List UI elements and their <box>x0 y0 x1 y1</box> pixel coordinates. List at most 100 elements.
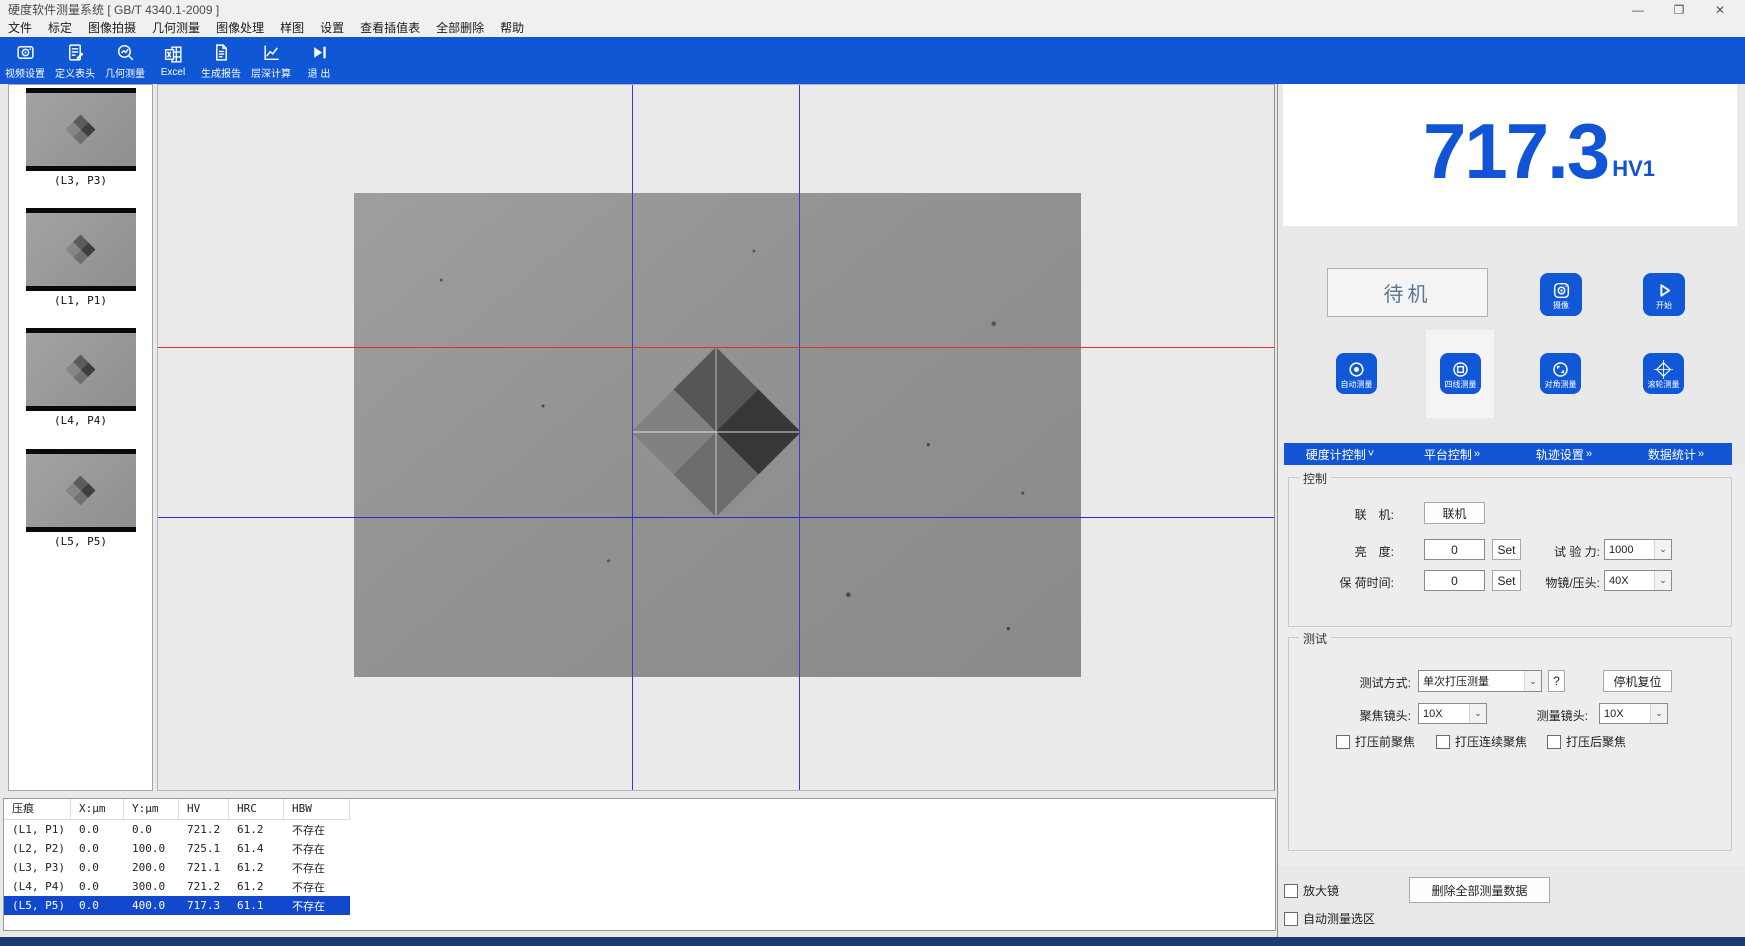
window-title: 硬度软件测量系统 [ GB/T 4340.1-2009 ] <box>8 0 219 20</box>
checkbox-label: 打压前聚焦 <box>1355 733 1415 750</box>
focus-after-checkbox[interactable]: 打压后聚焦 <box>1547 733 1626 750</box>
cell-hv: 721.2 <box>179 823 229 836</box>
test-force-select[interactable]: 1000 ⌄ <box>1604 539 1672 560</box>
cell-y: 300.0 <box>124 880 179 893</box>
thumbnail-label: (L5, P5) <box>9 535 152 548</box>
thumbnail-item[interactable]: (L3, P3) <box>9 88 152 187</box>
table-row[interactable]: (L4, P4) 0.0 300.0 721.2 61.2 不存在 <box>4 877 350 896</box>
test-force-label: 试 验 力: <box>1524 543 1600 560</box>
chevron-down-icon: ⌄ <box>1654 540 1671 559</box>
tab-label: 硬度计控制 <box>1306 446 1366 463</box>
online-button[interactable]: 联机 <box>1424 502 1485 524</box>
thumbnail-item[interactable]: (L4, P4) <box>9 328 152 427</box>
dwell-set-button[interactable]: Set <box>1492 570 1521 591</box>
test-mode-select[interactable]: 单次打压测量 ⌄ <box>1418 670 1542 692</box>
menu-item-delete-all[interactable]: 全部删除 <box>428 20 492 37</box>
start-button[interactable]: 开始 <box>1643 273 1685 316</box>
four-line-measure-icon <box>1450 359 1471 380</box>
generate-report-button[interactable]: 生成报告 <box>196 40 246 82</box>
brightness-input[interactable]: 0 <box>1424 539 1485 560</box>
cell-hv: 725.1 <box>179 842 229 855</box>
cell-x: 0.0 <box>71 823 124 836</box>
table-row-selected[interactable]: (L5, P5) 0.0 400.0 717.3 61.1 不存在 <box>4 896 350 915</box>
menu-item-sample[interactable]: 样图 <box>272 20 312 37</box>
auto-measure-region-checkbox[interactable]: 自动测量选区 <box>1284 910 1375 927</box>
cell-indent-id: (L2, P2) <box>4 842 71 855</box>
excel-export-button[interactable]: Excel <box>150 42 196 80</box>
exit-button[interactable]: 退 出 <box>296 40 342 82</box>
define-header-button[interactable]: 定义表头 <box>50 40 100 82</box>
measure-line-horizontal-red[interactable] <box>158 347 1274 348</box>
brightness-set-button[interactable]: Set <box>1492 539 1521 560</box>
thumbnail-item[interactable]: (L1, P1) <box>9 208 152 307</box>
close-button[interactable]: ✕ <box>1703 0 1737 20</box>
thumbnail-sidebar: (L3, P3) (L1, P1) (L4, P4) (L5, P5) <box>8 84 153 791</box>
cell-x: 0.0 <box>71 899 124 912</box>
focus-lens-label: 聚焦镜头: <box>1336 707 1411 724</box>
table-row[interactable]: (L3, P3) 0.0 200.0 721.1 61.2 不存在 <box>4 858 350 877</box>
magnifier-checkbox[interactable]: 放大镜 <box>1284 882 1339 899</box>
auto-measure-button[interactable]: 自动测量 <box>1336 353 1377 394</box>
menu-item-image-process[interactable]: 图像处理 <box>208 20 272 37</box>
four-line-measure-button[interactable]: 四线测量 <box>1440 353 1481 394</box>
tab-data-statistics[interactable]: 数据统计» <box>1620 443 1732 465</box>
online-label: 联 机: <box>1318 506 1394 523</box>
stop-reset-button[interactable]: 停机复位 <box>1603 670 1672 692</box>
measure-line-horizontal-blue[interactable] <box>158 517 1274 518</box>
tab-platform-control[interactable]: 平台控制» <box>1396 443 1508 465</box>
help-button[interactable]: ? <box>1548 670 1565 692</box>
select-value: 10X <box>1600 708 1650 720</box>
menu-item-calibration[interactable]: 标定 <box>40 20 80 37</box>
measure-lens-label: 测量镜头: <box>1513 707 1588 724</box>
auto-measure-icon <box>1346 359 1367 380</box>
tab-hardness-control[interactable]: 硬度计控制˅ <box>1284 443 1396 465</box>
measure-line-vertical-left[interactable] <box>632 85 633 790</box>
camera-icon <box>1551 280 1572 301</box>
thumbnail-item[interactable]: (L5, P5) <box>9 449 152 548</box>
delete-all-data-button[interactable]: 删除全部测量数据 <box>1409 877 1550 903</box>
measure-line-vertical-right[interactable] <box>799 85 800 790</box>
capture-button[interactable]: 摄像 <box>1540 273 1582 316</box>
cell-hbw: 不存在 <box>284 822 350 838</box>
indentation-thumbnail <box>26 88 136 171</box>
diagonal-measure-button[interactable]: 对角测量 <box>1540 353 1581 394</box>
chevron-down-icon: ⌄ <box>1654 571 1671 590</box>
menu-item-file[interactable]: 文件 <box>0 20 40 37</box>
live-image-viewer[interactable] <box>157 84 1275 791</box>
measure-lens-select[interactable]: 10X ⌄ <box>1599 703 1668 724</box>
diagonal-measure-icon <box>1550 359 1571 380</box>
cell-hrc: 61.2 <box>229 880 284 893</box>
exit-icon <box>309 42 330 63</box>
thumbnail-label: (L3, P3) <box>9 174 152 187</box>
depth-calc-button[interactable]: 层深计算 <box>246 40 296 82</box>
machine-status-box: 待机 <box>1327 268 1488 317</box>
table-row[interactable]: (L2, P2) 0.0 100.0 725.1 61.4 不存在 <box>4 839 350 858</box>
objective-select[interactable]: 40X ⌄ <box>1604 570 1672 591</box>
menu-item-image-capture[interactable]: 图像拍摄 <box>80 20 144 37</box>
menu-item-lookup-table[interactable]: 查看插值表 <box>352 20 428 37</box>
focus-before-checkbox[interactable]: 打压前聚焦 <box>1336 733 1415 750</box>
tab-trajectory-settings[interactable]: 轨迹设置» <box>1508 443 1620 465</box>
table-row[interactable]: (L1, P1) 0.0 0.0 721.2 61.2 不存在 <box>4 820 350 839</box>
results-table: 压痕 X:μm Y:μm HV HRC HBW (L1, P1) 0.0 0.0… <box>3 798 1276 931</box>
menu-item-settings[interactable]: 设置 <box>312 20 352 37</box>
minimize-button[interactable]: — <box>1621 0 1655 20</box>
select-value: 单次打压测量 <box>1419 673 1524 689</box>
cell-indent-id: (L1, P1) <box>4 823 71 836</box>
focus-lens-select[interactable]: 10X ⌄ <box>1418 703 1487 724</box>
cell-indent-id: (L3, P3) <box>4 861 71 874</box>
checkbox-label: 自动测量选区 <box>1303 910 1375 927</box>
cell-hrc: 61.2 <box>229 861 284 874</box>
focus-continuous-checkbox[interactable]: 打压连续聚焦 <box>1436 733 1527 750</box>
select-value: 10X <box>1419 708 1469 720</box>
geometry-measure-button[interactable]: 几何测量 <box>100 40 150 82</box>
menu-item-geometry-measure[interactable]: 几何测量 <box>144 20 208 37</box>
right-control-panel: 717.3 HV1 待机 摄像 开始 自动测量 四线测量 对角测量 <box>1277 84 1745 937</box>
restore-button[interactable]: ❐ <box>1662 0 1696 20</box>
indentation-thumbnail <box>26 449 136 532</box>
dwell-time-input[interactable]: 0 <box>1424 570 1485 591</box>
select-value: 40X <box>1605 575 1654 587</box>
video-settings-button[interactable]: 视频设置 <box>0 40 50 82</box>
wheel-measure-button[interactable]: 滚轮测量 <box>1643 353 1684 394</box>
menu-item-help[interactable]: 帮助 <box>492 20 532 37</box>
